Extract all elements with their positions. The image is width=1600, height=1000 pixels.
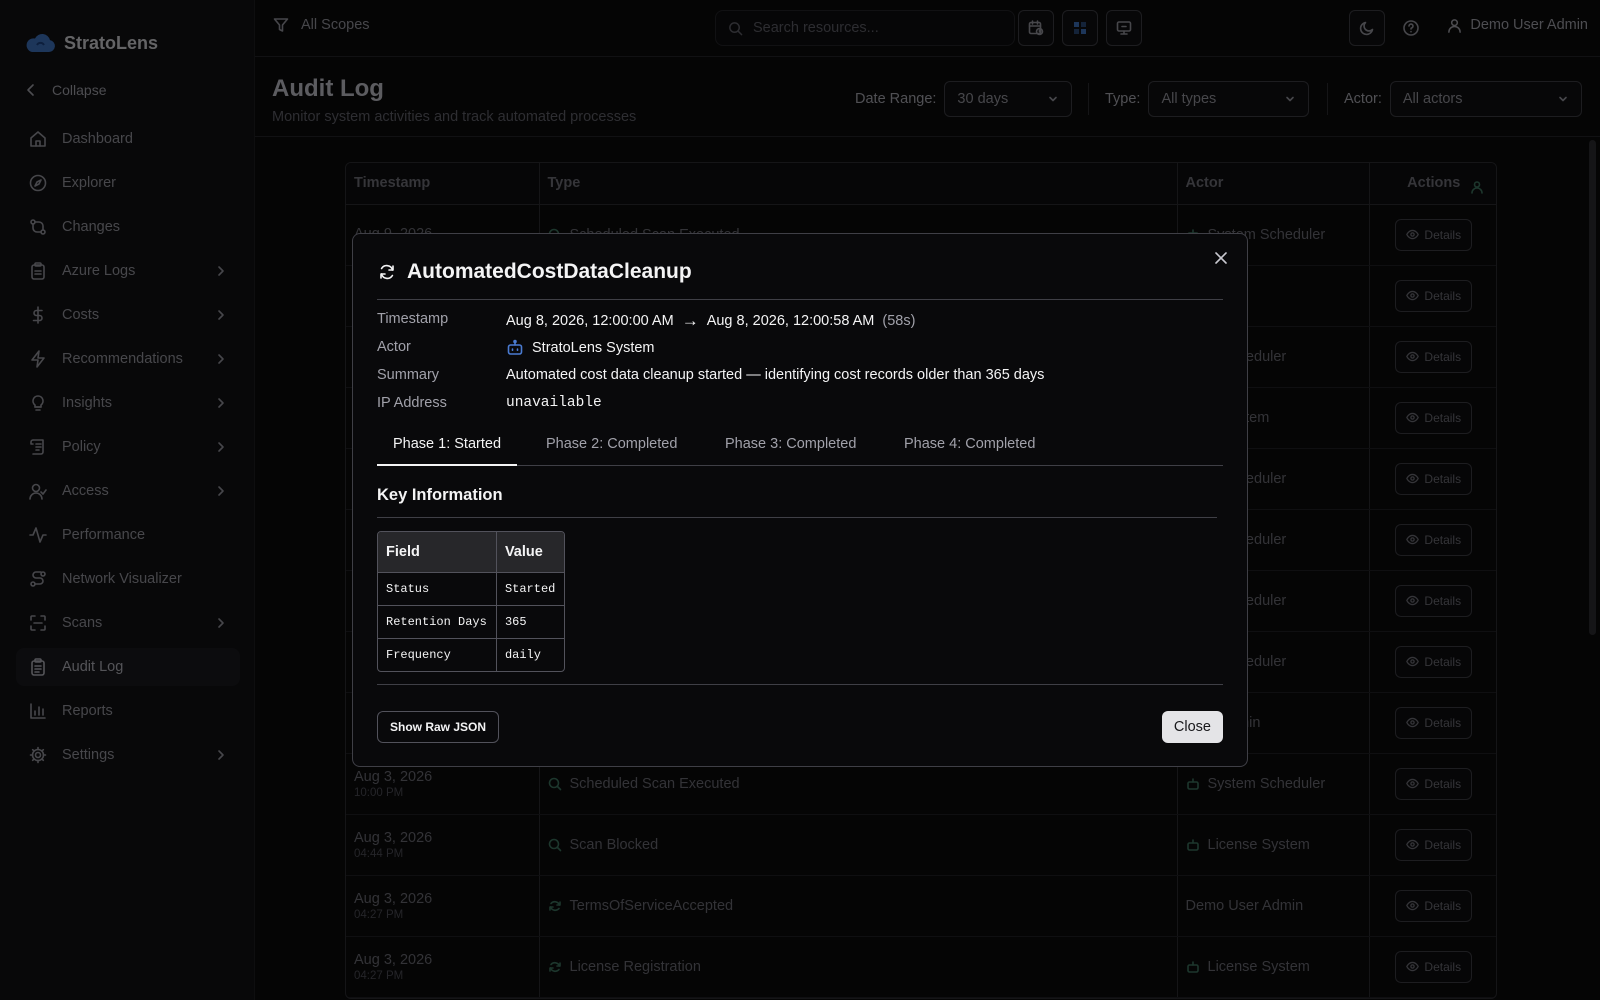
ip-label: IP Address xyxy=(377,395,447,411)
kv-value: daily xyxy=(504,647,541,662)
close-button[interactable]: Close xyxy=(1161,711,1223,743)
kv-field: Retention Days xyxy=(378,605,497,639)
kv-field: Status xyxy=(378,572,497,606)
timestamp-value: Aug 8, 2026, 12:00:00 AM → Aug 8, 2026, … xyxy=(506,311,915,331)
phase-tabs: Phase 1: Started Phase 2: Completed Phas… xyxy=(377,429,1223,466)
timestamp-label: Timestamp xyxy=(377,311,449,327)
key-information-heading: Key Information xyxy=(377,486,503,504)
kv-header-row: Field Value xyxy=(378,532,564,573)
field-header: Field xyxy=(378,532,497,573)
summary-row: Summary Automated cost data cleanup star… xyxy=(377,367,1217,387)
tab-phase-2[interactable]: Phase 2: Completed xyxy=(530,429,693,466)
actor-label: Actor xyxy=(377,339,411,355)
close-icon xyxy=(1215,252,1227,264)
modal-footer-divider xyxy=(377,684,1223,685)
modal-close-button[interactable] xyxy=(1211,248,1231,268)
duration: (58s) xyxy=(882,313,916,329)
ip-value: unavailable xyxy=(506,395,602,411)
summary-label: Summary xyxy=(377,367,440,383)
key-information-table: Field Value Status Started Retention Days 3… xyxy=(377,531,565,672)
ip-row: IP Address unavailable xyxy=(377,395,1217,415)
value-header: Value xyxy=(496,532,564,573)
modal-title-text: AutomatedCostDataCleanup xyxy=(407,260,692,283)
kv-value: 365 xyxy=(496,605,564,639)
timestamp-end: Aug 8, 2026, 12:00:58 AM xyxy=(706,313,875,329)
kv-body: Status Started Retention Days 365 Frequency d… xyxy=(378,572,564,671)
app-root: StratoLens Collapse Dashboard Explorer C… xyxy=(0,0,1600,1000)
actor-row: Actor StratoLens System xyxy=(377,339,1217,359)
tab-phase-4[interactable]: Phase 4: Completed xyxy=(888,429,1051,466)
modal-divider xyxy=(377,299,1223,300)
tab-phase-1[interactable]: Phase 1: Started xyxy=(377,429,518,466)
show-raw-json-button[interactable]: Show Raw JSON xyxy=(377,711,500,743)
tab-phase-3[interactable]: Phase 3: Completed xyxy=(709,429,872,466)
section-divider xyxy=(377,517,1217,518)
actor-name: StratoLens System xyxy=(532,340,655,356)
refresh-icon xyxy=(380,264,394,280)
kv-row: Status Started xyxy=(378,572,564,606)
kv-value: Started xyxy=(496,572,564,606)
timestamp-start: Aug 8, 2026, 12:00:00 AM xyxy=(506,313,674,329)
kv-field: Frequency xyxy=(378,638,497,671)
kv-row: Frequency daily xyxy=(378,638,564,671)
modal-title: AutomatedCostDataCleanup xyxy=(377,260,692,284)
timestamp-row: Timestamp Aug 8, 2026, 12:00:00 AM → Aug… xyxy=(377,311,1217,331)
audit-detail-modal: AutomatedCostDataCleanup Timestamp Aug 8… xyxy=(352,233,1248,767)
arrow-right-icon: → xyxy=(681,311,699,330)
kv-row: Retention Days 365 xyxy=(378,605,564,639)
actor-value: StratoLens System xyxy=(506,339,655,357)
summary-value: Automated cost data cleanup started — id… xyxy=(506,367,1045,383)
bot-icon xyxy=(507,339,523,355)
